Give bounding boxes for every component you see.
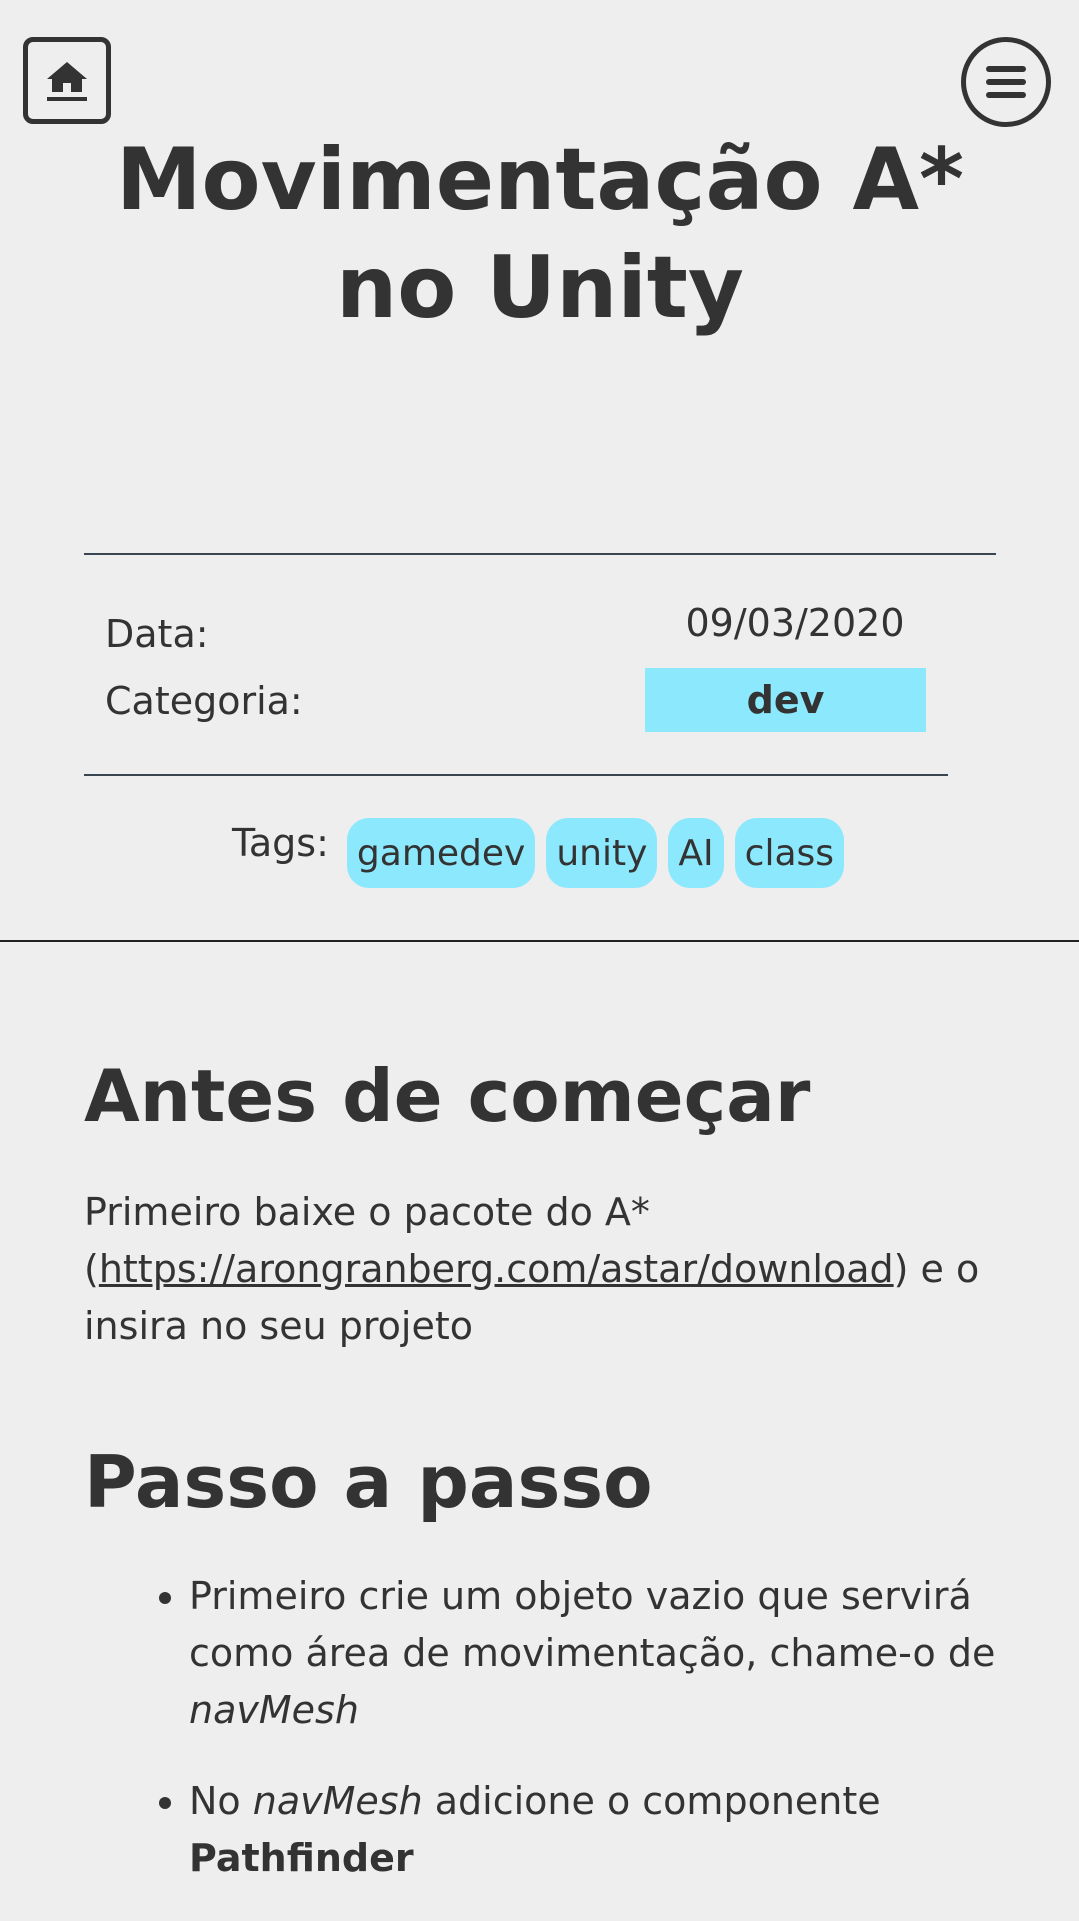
tag-class[interactable]: class — [734, 818, 845, 888]
section-heading-before: Antes de começar — [84, 1054, 811, 1138]
category-badge[interactable]: dev — [645, 668, 926, 732]
home-button[interactable] — [23, 37, 111, 124]
page-title: Movimentação A* no Unity — [115, 130, 965, 338]
header-divider — [0, 940, 1079, 942]
category-label: Categoria: — [105, 679, 303, 723]
list-item: Primeiro crie um objeto vazio que servir… — [189, 1568, 1004, 1739]
steps-list: Primeiro crie um objeto vazio que servir… — [84, 1568, 1004, 1921]
list-item: No navMesh adicione o componente Pathfin… — [189, 1773, 1004, 1887]
step1-emphasis: navMesh — [189, 1688, 359, 1732]
home-icon — [47, 61, 87, 101]
step2-text-pre: No — [189, 1779, 253, 1823]
tag-ai[interactable]: AI — [668, 818, 724, 888]
tags-label: Tags: — [231, 821, 329, 865]
section-heading-steps: Passo a passo — [84, 1440, 653, 1524]
step1-text: Primeiro crie um objeto vazio que servir… — [189, 1574, 996, 1675]
section-paragraph-before: Primeiro baixe o pacote do A* (https://a… — [84, 1184, 1004, 1355]
tags-row: Tags: gamedev unity AI class — [0, 818, 1079, 888]
menu-button[interactable] — [961, 37, 1051, 127]
date-value: 09/03/2020 — [685, 601, 905, 645]
tag-gamedev[interactable]: gamedev — [346, 818, 536, 888]
step2-text-mid: adicione o componente — [422, 1779, 881, 1823]
step2-emphasis: navMesh — [252, 1779, 423, 1823]
meta-top-rule — [84, 553, 996, 555]
step2-strong: Pathfinder — [189, 1836, 414, 1880]
date-label: Data: — [105, 612, 209, 656]
tag-unity[interactable]: unity — [546, 818, 658, 888]
download-link[interactable]: https://arongranberg.com/astar/download — [99, 1247, 894, 1291]
meta-bottom-rule — [84, 774, 948, 776]
menu-icon — [986, 66, 1026, 98]
